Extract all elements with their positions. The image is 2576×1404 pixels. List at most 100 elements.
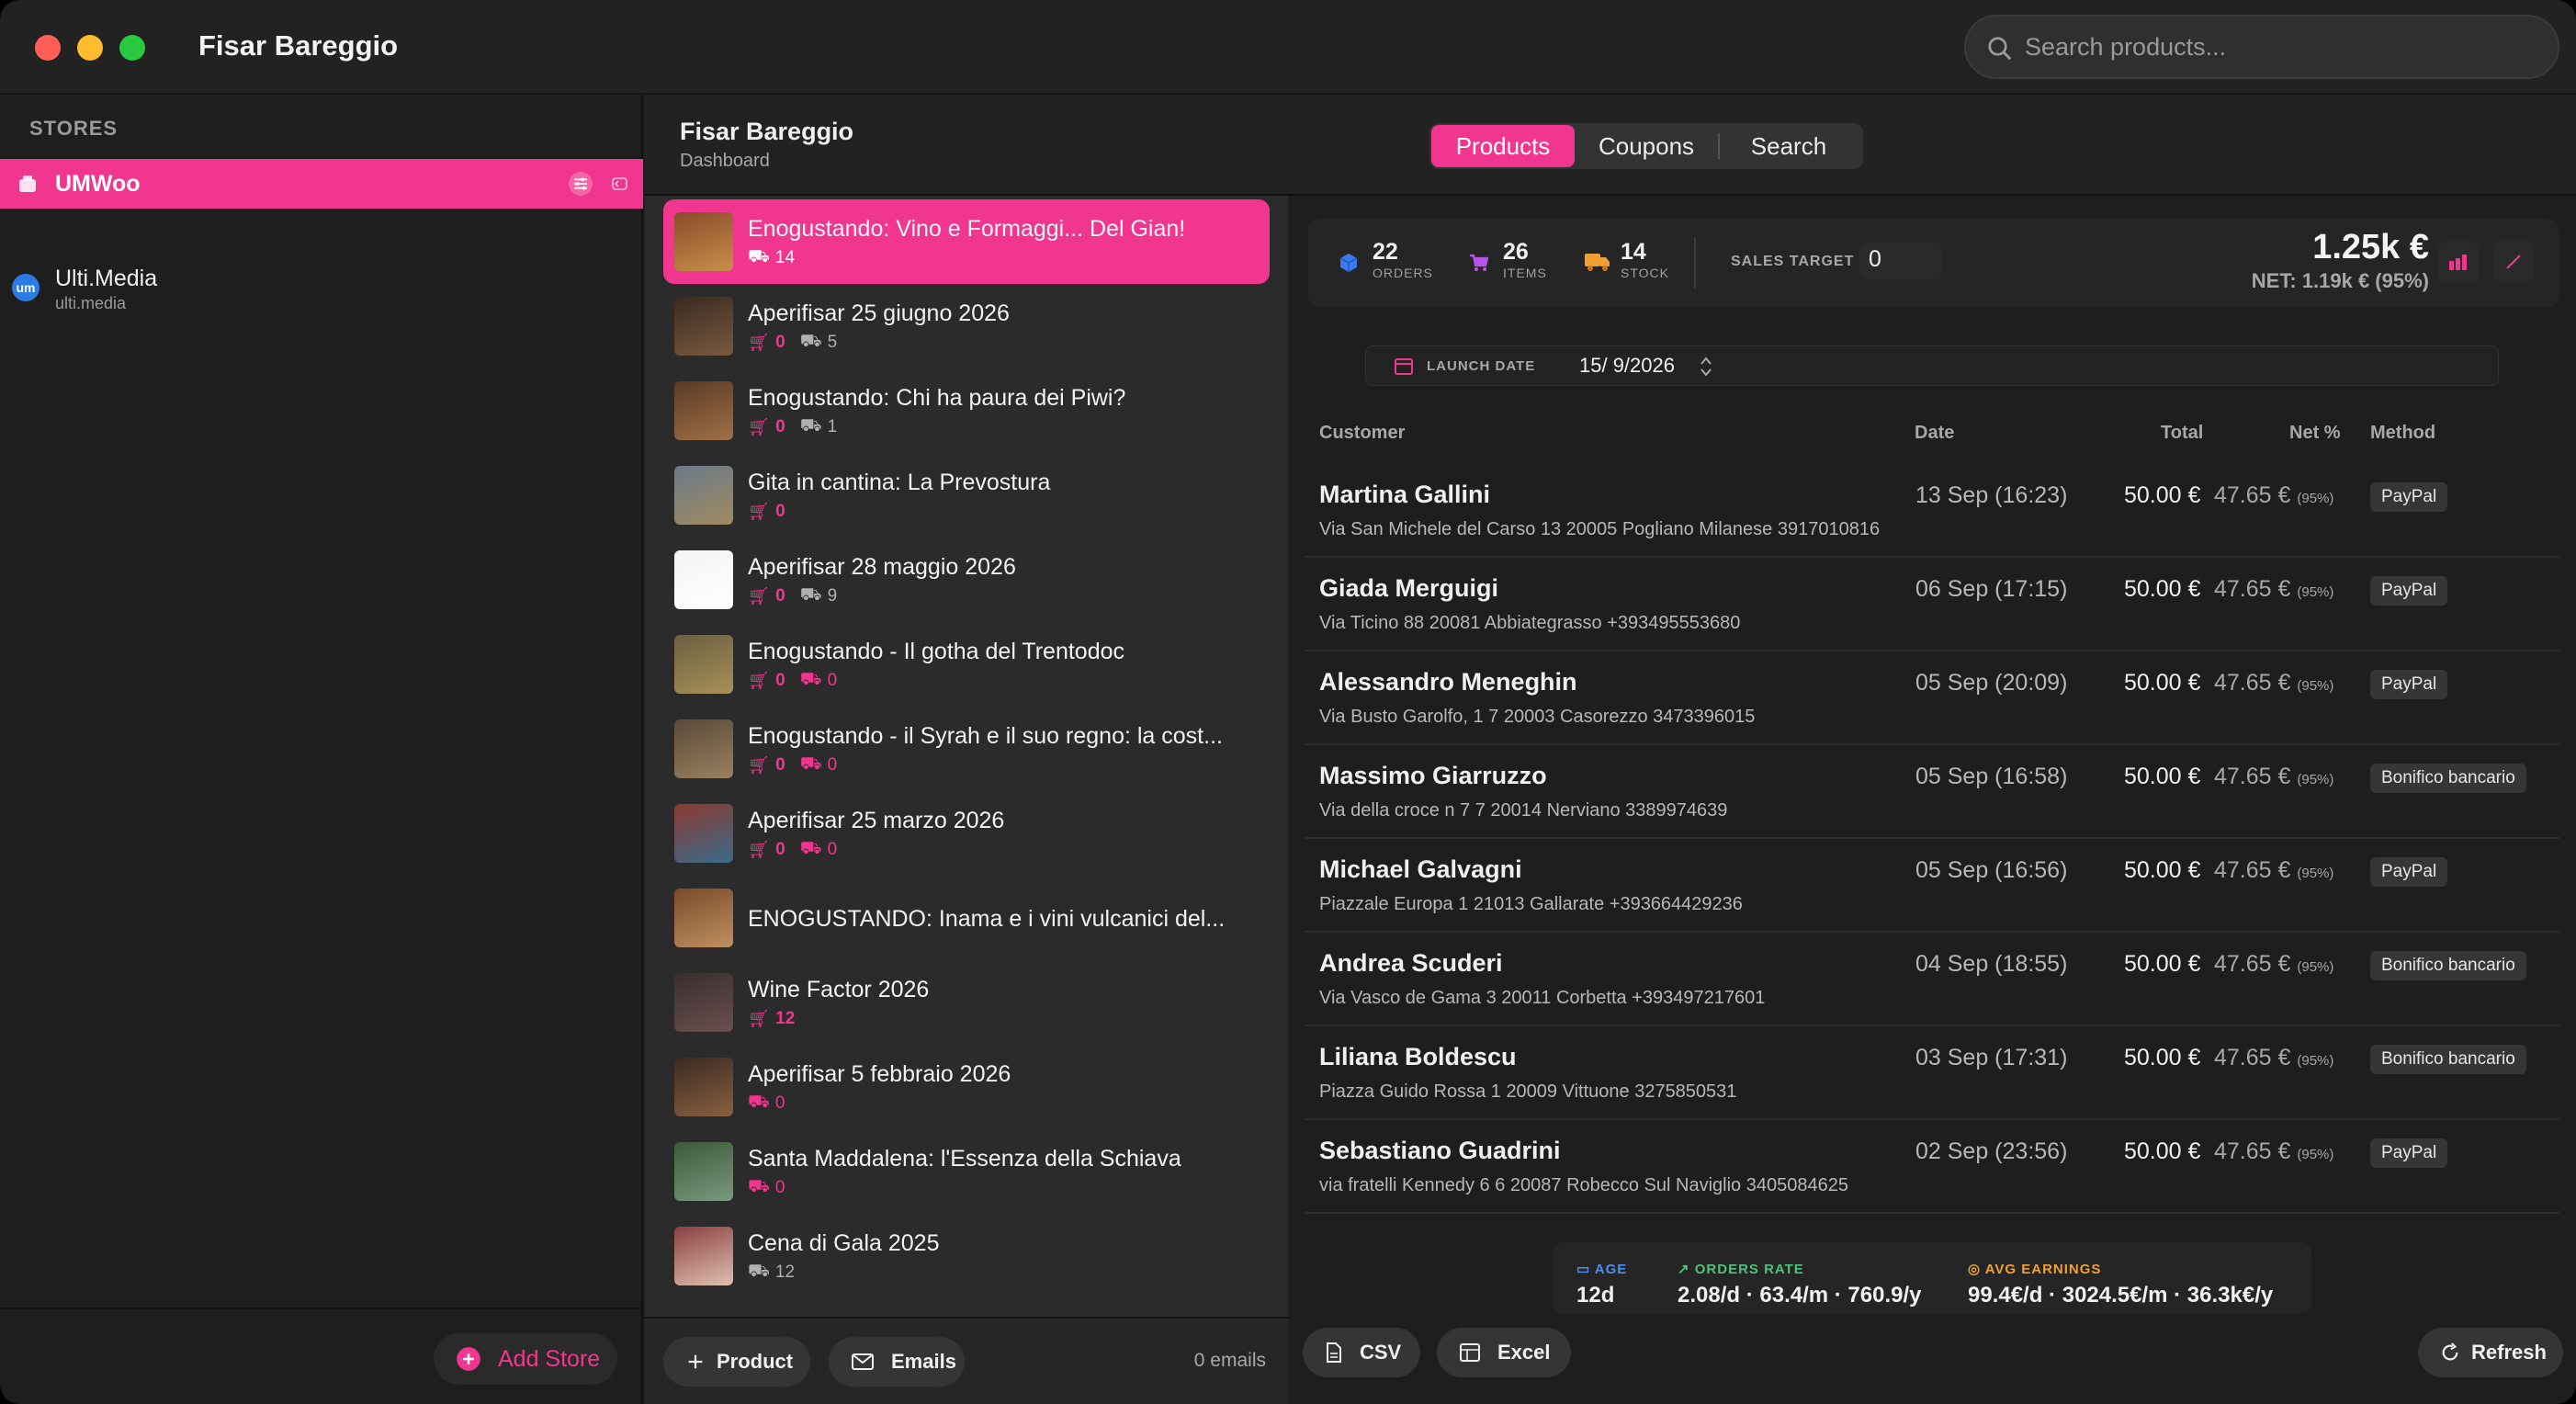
- product-item[interactable]: Aperifisar 5 febbraio 2026 ⛟ 0: [663, 1045, 1270, 1129]
- product-item[interactable]: Aperifisar 25 marzo 2026 🛒︎ 0 ⛟ 0: [663, 791, 1270, 876]
- col-date[interactable]: Date: [1915, 423, 1954, 444]
- col-customer[interactable]: Customer: [1319, 423, 1405, 444]
- product-thumbnail: [674, 719, 733, 778]
- orders-rate-value: 2.08/d · 63.4/m · 760.9/y: [1678, 1283, 1922, 1308]
- mail-icon: [852, 1353, 874, 1370]
- stock-count: 0: [827, 755, 838, 775]
- order-row[interactable]: Martina Gallini Via San Michele del Carso…: [1305, 464, 2559, 558]
- cart-icon: [1470, 254, 1489, 271]
- plus-circle-icon: [457, 1347, 480, 1371]
- product-item[interactable]: Cena di Gala 2025 ⛟ 12: [663, 1214, 1270, 1298]
- col-method[interactable]: Method: [2370, 423, 2435, 444]
- truck-icon: ⛟: [748, 1262, 770, 1281]
- customer-address: Piazza Guido Rossa 1 20009 Vittuone 3275…: [1319, 1081, 1737, 1102]
- calendar-icon: [1395, 358, 1413, 375]
- sales-target-label: SALES TARGET: [1731, 254, 1855, 269]
- product-item[interactable]: ENOGUSTANDO: Inama e i vini vulcanici de…: [663, 876, 1270, 960]
- store-subtitle: ulti.media: [55, 294, 127, 312]
- product-title: Wine Factor 2026: [748, 977, 930, 1002]
- order-net: 47.65 € (95%): [2214, 1045, 2333, 1071]
- orders-footer: CSV Excel Refresh: [1290, 1328, 2576, 1404]
- add-store-button[interactable]: Add Store: [434, 1333, 617, 1385]
- stock-count: 1: [827, 417, 838, 436]
- order-row[interactable]: Michael Galvagni Piazzale Europa 1 21013 …: [1305, 839, 2559, 933]
- emails-button[interactable]: Emails: [829, 1337, 965, 1387]
- net-amount: 47.65 €: [2214, 1138, 2291, 1164]
- chart-button[interactable]: [2438, 242, 2479, 282]
- stepper-icon[interactable]: [1697, 354, 1715, 379]
- product-item[interactable]: Enogustando - Il gotha del Trentodoc 🛒︎ 0 ⛟…: [663, 622, 1270, 707]
- customer-name: Andrea Scuderi: [1319, 949, 1503, 977]
- order-date: 06 Sep (17:15): [1915, 576, 2068, 602]
- tab-search[interactable]: Search: [1720, 125, 1858, 167]
- avg-earnings-label: AVG EARNINGS: [1984, 1262, 2102, 1277]
- window-title: Fisar Bareggio: [198, 29, 399, 62]
- excel-button[interactable]: Excel: [1437, 1328, 1571, 1377]
- tab-coupons[interactable]: Coupons: [1575, 125, 1718, 167]
- orders-rate-stat: ↗ ORDERS RATE 2.08/d · 63.4/m · 760.9/y: [1678, 1261, 1922, 1308]
- add-store-label: Add Store: [498, 1345, 601, 1372]
- cart-count: 12: [775, 1009, 796, 1028]
- zoom-window-button[interactable]: [119, 35, 145, 61]
- add-product-button[interactable]: Product: [663, 1337, 810, 1387]
- stats-divider: [1694, 237, 1696, 289]
- sliders-icon[interactable]: [568, 171, 593, 197]
- edit-button[interactable]: [2493, 242, 2534, 282]
- order-net: 47.65 € (95%): [2214, 670, 2333, 696]
- stock-caption: STOCK: [1621, 266, 1669, 280]
- truck-icon: ⛟: [799, 839, 822, 858]
- eject-icon[interactable]: [608, 173, 630, 195]
- product-item[interactable]: Enogustando: Vino e Formaggi... Del Gian…: [663, 199, 1270, 284]
- store-label: Ulti.Media: [55, 266, 158, 291]
- order-row[interactable]: Alessandro Meneghin Via Busto Garolfo, 1 …: [1305, 651, 2559, 745]
- payment-method-badge: PayPal: [2370, 670, 2448, 699]
- sales-target-input[interactable]: 0: [1859, 243, 1942, 279]
- product-thumbnail: [674, 1142, 733, 1201]
- customer-address: Via della croce n 7 7 20014 Nerviano 338…: [1319, 800, 1728, 821]
- product-meta: 🛒︎ 0 ⛟ 0: [748, 670, 837, 692]
- product-item[interactable]: Enogustando: Chi ha paura dei Piwi? 🛒︎ 0 ⛟ 1: [663, 368, 1270, 453]
- order-row[interactable]: Liliana Boldescu Piazza Guido Rossa 1 200…: [1305, 1026, 2559, 1120]
- product-item[interactable]: Aperifisar 28 maggio 2026 🛒︎ 0 ⛟ 9: [663, 538, 1270, 622]
- store-item-umwoo[interactable]: UMWoo: [0, 159, 643, 209]
- product-item[interactable]: Enogustando - il Syrah e il suo regno: l…: [663, 707, 1270, 791]
- launch-date-field[interactable]: LAUNCH DATE 15/ 9/2026: [1365, 345, 2499, 386]
- avg-earnings-value: 99.4€/d · 3024.5€/m · 36.3k€/y: [1968, 1283, 2274, 1308]
- refresh-label: Refresh: [2471, 1341, 2547, 1364]
- truck-icon: ⛟: [799, 670, 822, 689]
- order-row[interactable]: Sebastiano Guadrini via fratelli Kennedy …: [1305, 1120, 2559, 1214]
- product-meta: 🛒︎ 0: [748, 501, 785, 523]
- order-row[interactable]: Massimo Giarruzzo Via della croce n 7 7 2…: [1305, 745, 2559, 839]
- product-item[interactable]: Santa Maddalena: l'Essenza della Schiava…: [663, 1129, 1270, 1214]
- col-net[interactable]: Net %: [2289, 423, 2341, 444]
- store-item-ultimedia[interactable]: um Ulti.Media ulti.media: [0, 260, 643, 315]
- refresh-button[interactable]: Refresh: [2418, 1328, 2563, 1377]
- launch-date-value[interactable]: 15/ 9/2026: [1579, 354, 1675, 378]
- stock-count: 9: [827, 586, 838, 606]
- close-window-button[interactable]: [35, 35, 61, 61]
- customer-address: Via Busto Garolfo, 1 7 20003 Casorezzo 3…: [1319, 707, 1756, 727]
- csv-button[interactable]: CSV: [1303, 1328, 1420, 1377]
- product-meta: 🛒︎ 0 ⛟ 5: [748, 332, 837, 354]
- search-input[interactable]: Search products...: [1964, 15, 2559, 79]
- order-net: 47.65 € (95%): [2214, 576, 2333, 603]
- tab-products[interactable]: Products: [1431, 125, 1575, 167]
- product-meta: ⛟ 12: [748, 1262, 795, 1284]
- product-item[interactable]: Aperifisar 25 giugno 2026 🛒︎ 0 ⛟ 5: [663, 284, 1270, 368]
- stock-count: 0: [827, 671, 838, 690]
- excel-label: Excel: [1497, 1341, 1551, 1364]
- payment-method-badge: PayPal: [2370, 576, 2448, 606]
- product-item[interactable]: Gita in cantina: La Prevostura 🛒︎ 0: [663, 453, 1270, 538]
- product-thumbnail: [674, 804, 733, 863]
- order-total: 50.00 €: [2124, 1138, 2201, 1164]
- order-row[interactable]: Giada Merguigi Via Ticino 88 20081 Abbiat…: [1305, 558, 2559, 651]
- order-date: 13 Sep (16:23): [1915, 482, 2068, 508]
- cart-icon: 🛒︎: [748, 587, 771, 606]
- order-row[interactable]: Andrea Scuderi Via Vasco de Gama 3 20011 …: [1305, 933, 2559, 1026]
- order-total: 50.00 €: [2124, 951, 2201, 977]
- product-item[interactable]: Wine Factor 2026 🛒︎ 12: [663, 960, 1270, 1045]
- cart-count: 0: [775, 586, 785, 606]
- minimize-window-button[interactable]: [77, 35, 103, 61]
- col-total[interactable]: Total: [2161, 423, 2203, 444]
- plus-icon: [688, 1354, 703, 1369]
